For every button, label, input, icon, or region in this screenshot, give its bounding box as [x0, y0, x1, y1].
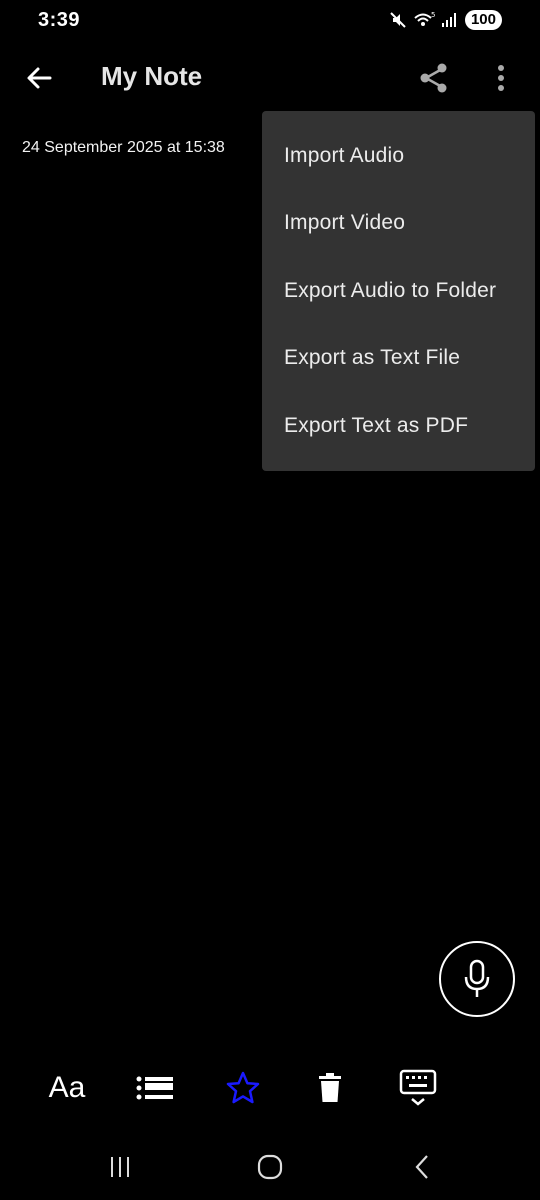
recents-icon — [111, 1157, 129, 1177]
status-time: 3:39 — [38, 9, 81, 31]
menu-item-export-audio-folder[interactable]: Export Audio to Folder — [284, 279, 496, 303]
list-icon — [136, 1076, 173, 1100]
recents-button[interactable] — [106, 1152, 134, 1182]
battery-indicator: 100 — [464, 10, 502, 30]
star-icon — [226, 1071, 260, 1104]
keyboard-hide-button[interactable] — [396, 1060, 440, 1116]
record-button[interactable] — [439, 941, 515, 1017]
nav-back-button[interactable] — [408, 1152, 436, 1182]
overflow-menu: Import Audio Import Video Export Audio t… — [262, 111, 535, 471]
page-title: My Note — [101, 61, 203, 91]
delete-button[interactable] — [314, 1060, 346, 1116]
mute-icon — [390, 12, 406, 28]
status-icons: 5 100 — [389, 10, 502, 30]
more-options-button[interactable] — [486, 62, 516, 94]
share-icon — [420, 63, 447, 93]
menu-item-import-video[interactable]: Import Video — [284, 211, 405, 235]
status-bar: 3:39 5 100 — [0, 0, 540, 44]
keyboard-hide-icon — [399, 1069, 437, 1106]
favorite-button[interactable] — [222, 1060, 264, 1116]
home-button[interactable] — [256, 1152, 284, 1182]
home-icon — [257, 1154, 283, 1180]
microphone-icon — [464, 959, 490, 997]
more-vert-icon — [498, 65, 504, 91]
back-icon — [415, 1155, 428, 1179]
app-bar: My Note — [0, 44, 540, 112]
screen: 3:39 5 100 My Note 24 September 2025 at … — [0, 0, 540, 1200]
list-button[interactable] — [132, 1060, 178, 1116]
signal-icon — [441, 13, 456, 27]
bottom-toolbar: Aa — [0, 1060, 540, 1120]
text-format-icon: Aa — [48, 1071, 86, 1104]
back-arrow-icon — [27, 67, 52, 89]
text-format-button[interactable]: Aa — [40, 1060, 94, 1116]
back-button[interactable] — [24, 62, 56, 94]
share-button[interactable] — [416, 60, 452, 96]
system-nav-bar — [0, 1140, 540, 1200]
note-date: 24 September 2025 at 15:38 — [22, 139, 225, 156]
trash-icon — [319, 1073, 341, 1102]
svg-text:5: 5 — [431, 11, 435, 19]
menu-item-export-text-file[interactable]: Export as Text File — [284, 346, 460, 370]
wifi-icon: 5 — [414, 11, 435, 26]
menu-item-export-pdf[interactable]: Export Text as PDF — [284, 414, 468, 438]
menu-item-import-audio[interactable]: Import Audio — [284, 144, 404, 168]
